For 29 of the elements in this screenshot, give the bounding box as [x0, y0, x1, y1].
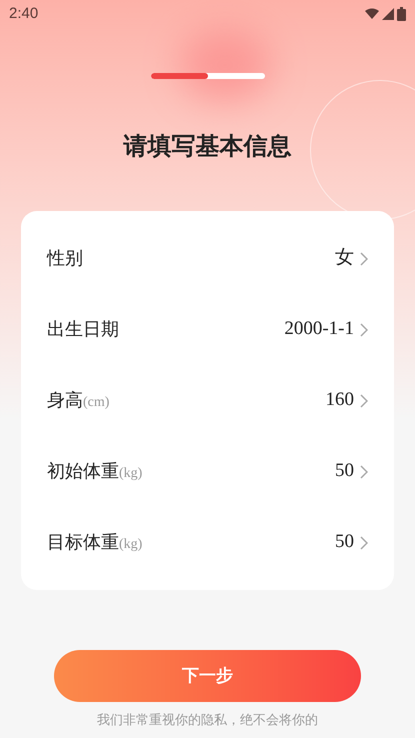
wifi-icon	[365, 8, 379, 20]
chevron-icon	[360, 464, 368, 478]
status-time: 2:40	[9, 4, 38, 24]
page-title: 请填写基本信息	[124, 132, 292, 162]
battery-icon	[397, 7, 406, 21]
chevron-icon	[360, 536, 368, 550]
form-row[interactable]: 目标体重(kg) 50	[47, 507, 368, 578]
chevron-icon	[360, 394, 368, 408]
field-unit: (kg)	[119, 536, 142, 554]
field-label: 目标体重	[47, 531, 119, 554]
field-value: 50	[335, 530, 354, 554]
field-label: 性别	[47, 247, 83, 270]
field-value: 50	[335, 459, 354, 484]
field-label: 身高	[47, 389, 83, 412]
field-label: 出生日期	[47, 318, 119, 341]
form-row[interactable]: 出生日期 2000-1-1	[47, 294, 368, 365]
field-unit: (kg)	[119, 465, 142, 483]
field-value: 160	[326, 388, 354, 412]
privacy-note: 我们非常重视你的隐私，绝不会将你的	[97, 711, 318, 729]
field-label: 初始体重	[47, 460, 119, 483]
field-unit: (cm)	[83, 394, 110, 412]
chevron-icon	[360, 252, 368, 266]
field-value: 2000-1-1	[284, 317, 354, 342]
chevron-icon	[360, 322, 368, 336]
signal-icon	[382, 8, 394, 20]
form-row[interactable]: 初始体重(kg) 50	[47, 436, 368, 507]
form-row[interactable]: 性别 女	[47, 223, 368, 294]
form-row[interactable]: 身高(cm) 160	[47, 365, 368, 436]
field-value: 女	[335, 246, 354, 270]
